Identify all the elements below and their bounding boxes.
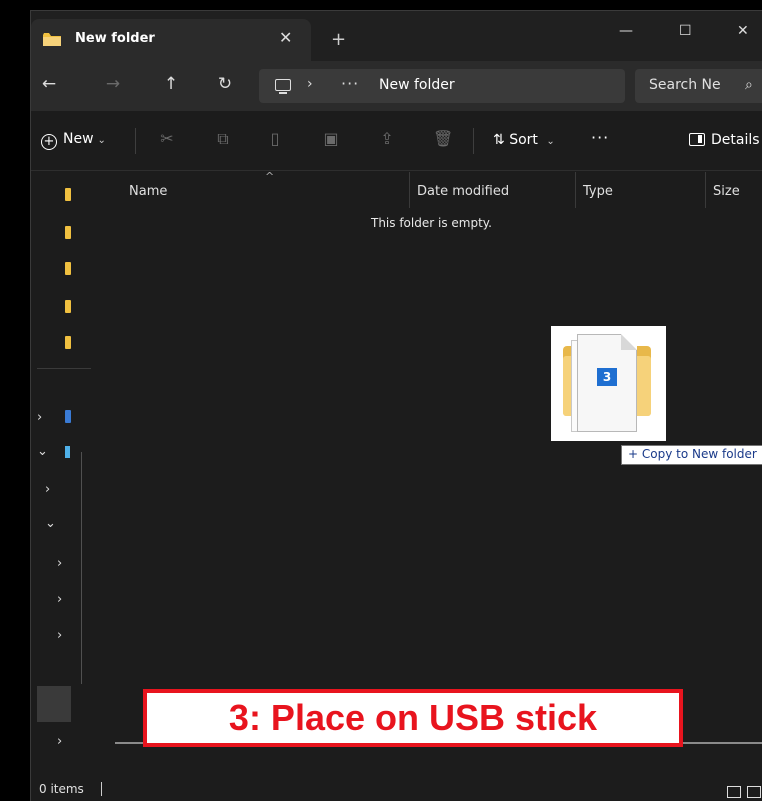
expand-chevron-icon[interactable]: › (57, 556, 62, 571)
up-button[interactable]: ↑ (159, 74, 183, 94)
sidebar-folder-icon[interactable] (65, 336, 71, 349)
new-button[interactable]: + New ⌄ (41, 131, 106, 150)
copy-icon[interactable]: ⧉ (213, 129, 233, 149)
paste-icon[interactable]: ▯ (265, 129, 285, 149)
tab-title: New folder (75, 31, 155, 46)
expand-chevron-icon[interactable]: › (57, 628, 62, 643)
sort-button[interactable]: ⇅ Sort ⌄ (493, 132, 555, 148)
sort-icon: ⇅ (493, 132, 505, 148)
file-list: ^ Name Date modified Type Size This fold… (93, 170, 762, 772)
toolbar-divider (473, 128, 474, 154)
this-pc-icon[interactable] (65, 446, 70, 458)
expand-chevron-icon[interactable]: › (37, 410, 42, 425)
more-options-button[interactable]: ··· (591, 128, 609, 147)
column-separator[interactable] (575, 172, 576, 208)
status-separator (101, 782, 102, 796)
search-placeholder: Search Ne (649, 77, 721, 93)
new-label: New (63, 131, 94, 147)
breadcrumb-more-button[interactable]: ··· (341, 74, 359, 93)
search-icon: ⌕ (745, 77, 753, 93)
column-separator[interactable] (705, 172, 706, 208)
breadcrumb-current[interactable]: New folder (379, 77, 455, 93)
search-input[interactable]: Search Ne ⌕ (635, 69, 762, 103)
delete-icon[interactable]: 🗑 (433, 129, 453, 149)
instruction-overlay: 3: Place on USB stick (143, 689, 683, 747)
tiles-view-icon[interactable] (747, 786, 761, 798)
column-header-date-modified[interactable]: Date modified (417, 184, 509, 199)
instruction-caption: 3: Place on USB stick (228, 697, 598, 738)
maximize-button[interactable]: ☐ (679, 23, 692, 39)
forward-button[interactable]: → (101, 74, 125, 94)
file-explorer-window: New folder ✕ + — ☐ ✕ ← → ↑ ↻ › ··· New f… (30, 10, 762, 801)
tree-guide-line (81, 452, 82, 684)
sidebar-item-selected[interactable] (37, 686, 71, 722)
sidebar-folder-icon[interactable] (65, 226, 71, 239)
share-icon[interactable]: ⇪ (377, 129, 397, 149)
drag-preview: 3 (551, 326, 666, 441)
breadcrumb-separator[interactable]: › (307, 76, 313, 92)
empty-folder-message: This folder is empty. (371, 216, 492, 230)
navigation-bar: ← → ↑ ↻ › ··· New folder Search Ne ⌕ (31, 61, 762, 111)
back-button[interactable]: ← (37, 74, 61, 94)
sidebar-folder-icon[interactable] (65, 262, 71, 275)
sort-ascending-icon: ^ (265, 170, 275, 183)
onedrive-icon[interactable] (65, 410, 71, 423)
new-tab-button[interactable]: + (331, 31, 346, 49)
this-pc-icon[interactable] (275, 79, 291, 94)
details-view-icon[interactable] (727, 786, 741, 798)
column-header-size[interactable]: Size (713, 184, 740, 199)
details-label: Details (711, 132, 760, 148)
address-bar[interactable]: › ··· New folder (259, 69, 625, 103)
drag-tooltip: + Copy to New folder (621, 445, 762, 465)
tab-close-button[interactable]: ✕ (279, 28, 292, 47)
column-header-name[interactable]: Name (129, 184, 167, 199)
item-count: 0 items (39, 782, 84, 796)
expand-chevron-icon[interactable]: › (57, 734, 62, 749)
details-pane-button[interactable]: Details (689, 132, 760, 148)
navigation-pane: › ⌄ › ⌄ › › › › (31, 172, 93, 772)
details-pane-icon (689, 133, 705, 146)
folder-icon (43, 33, 61, 46)
toolbar-divider (135, 128, 136, 154)
status-bar: 0 items (31, 772, 762, 801)
drag-count-badge: 3 (597, 368, 617, 386)
sort-label: Sort (509, 132, 538, 148)
minimize-button[interactable]: — (619, 23, 633, 39)
cut-icon[interactable]: ✂ (157, 129, 177, 149)
chevron-down-icon: ⌄ (97, 135, 106, 146)
command-bar: + New ⌄ ✂ ⧉ ▯ ▣ ⇪ 🗑 ⇅ Sort ⌄ ··· Details (31, 111, 762, 171)
sidebar-folder-icon[interactable] (65, 300, 71, 313)
column-header-type[interactable]: Type (583, 184, 613, 199)
expand-chevron-icon[interactable]: › (57, 592, 62, 607)
sidebar-folder-icon[interactable] (65, 188, 71, 201)
rename-icon[interactable]: ▣ (321, 129, 341, 149)
collapse-chevron-icon[interactable]: ⌄ (45, 516, 56, 531)
title-bar: New folder ✕ + — ☐ ✕ (31, 11, 762, 61)
refresh-button[interactable]: ↻ (213, 74, 237, 94)
column-separator[interactable] (409, 172, 410, 208)
collapse-chevron-icon[interactable]: ⌄ (37, 444, 48, 459)
chevron-down-icon: ⌄ (546, 136, 555, 147)
close-window-button[interactable]: ✕ (737, 23, 749, 39)
sidebar-separator (37, 368, 91, 369)
tab-new-folder[interactable]: New folder ✕ (31, 19, 311, 61)
plus-icon: + (41, 134, 57, 150)
expand-chevron-icon[interactable]: › (45, 482, 50, 497)
